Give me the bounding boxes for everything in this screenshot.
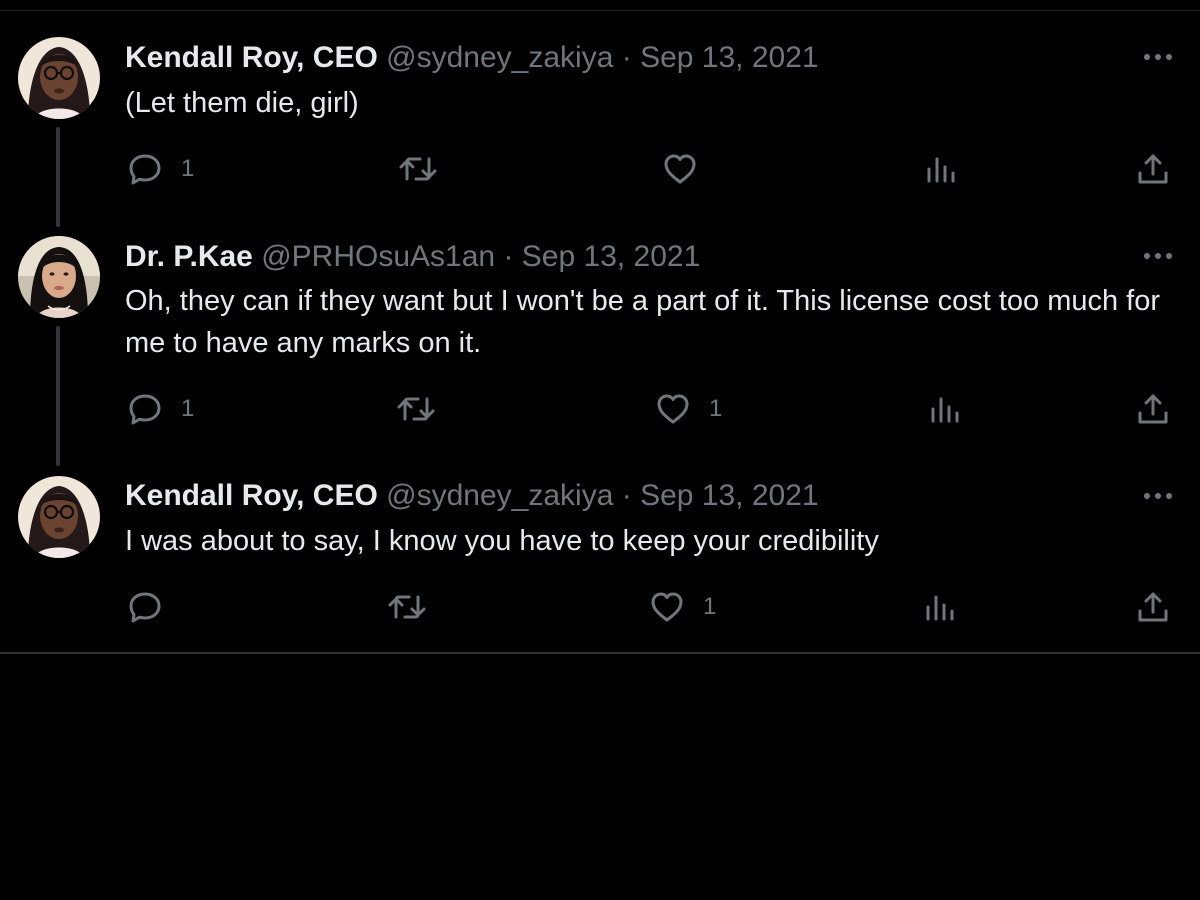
views-button[interactable] <box>927 387 963 431</box>
retweet-icon <box>397 397 435 421</box>
more-icon[interactable] <box>1140 484 1176 508</box>
like-icon <box>651 592 683 622</box>
tweet-text: I was about to say, I know you have to k… <box>125 525 879 557</box>
reply-button[interactable]: 1 <box>127 387 194 431</box>
reply-icon <box>129 394 161 425</box>
views-button[interactable] <box>922 585 958 629</box>
reply-count: 1 <box>181 155 195 182</box>
reply-icon <box>129 154 161 185</box>
reply-count: 1 <box>181 395 195 422</box>
reply-icon <box>129 592 161 623</box>
reply-button[interactable]: 1 <box>127 147 194 191</box>
like-icon <box>664 154 696 184</box>
share-button[interactable] <box>1135 585 1171 629</box>
like-count: 1 <box>703 593 717 620</box>
retweet-icon <box>388 595 426 619</box>
display-name[interactable]: Kendall Roy, CEO <box>125 41 378 74</box>
views-icon <box>927 157 955 183</box>
separator: · <box>503 240 514 273</box>
tweet-actions: 1 <box>0 147 1200 191</box>
top-divider <box>0 10 1200 11</box>
views-icon <box>931 397 959 423</box>
bottom-divider <box>0 652 1200 654</box>
separator: · <box>621 41 632 74</box>
tweet-actions: 1 1 <box>0 387 1200 431</box>
share-icon <box>1138 154 1168 184</box>
like-count: 1 <box>709 395 723 422</box>
tweet-header: Kendall Roy, CEO @sydney_zakiya · Sep 13… <box>125 38 819 78</box>
display-name[interactable]: Kendall Roy, CEO <box>125 479 378 512</box>
share-button[interactable] <box>1135 387 1171 431</box>
tweet-actions: 1 <box>0 585 1200 629</box>
retweet-button[interactable] <box>398 147 456 191</box>
user-handle[interactable]: @sydney_zakiya <box>386 41 613 74</box>
views-icon <box>926 595 954 621</box>
retweet-button[interactable] <box>396 387 454 431</box>
like-button[interactable] <box>662 147 716 191</box>
timestamp[interactable]: Sep 13, 2021 <box>640 479 819 512</box>
more-icon[interactable] <box>1140 244 1176 268</box>
retweet-button[interactable] <box>387 585 445 629</box>
reply-button[interactable] <box>127 585 181 629</box>
more-icon[interactable] <box>1140 45 1176 69</box>
retweet-icon <box>399 157 437 181</box>
like-icon <box>657 394 689 424</box>
timestamp[interactable]: Sep 13, 2021 <box>522 240 701 273</box>
user-handle[interactable]: @PRHOsuAs1an <box>261 240 495 273</box>
avatar[interactable] <box>18 476 100 558</box>
tweet-header: Dr. P.Kae @PRHOsuAs1an · Sep 13, 2021 <box>125 237 700 277</box>
share-icon <box>1138 394 1168 424</box>
display-name[interactable]: Dr. P.Kae <box>125 240 253 273</box>
tweet-header: Kendall Roy, CEO @sydney_zakiya · Sep 13… <box>125 476 819 516</box>
timestamp[interactable]: Sep 13, 2021 <box>640 41 819 74</box>
avatar[interactable] <box>18 37 100 119</box>
tweet-text: (Let them die, girl) <box>125 87 359 119</box>
avatar[interactable] <box>18 236 100 318</box>
like-button[interactable]: 1 <box>655 387 722 431</box>
like-button[interactable]: 1 <box>649 585 716 629</box>
user-handle[interactable]: @sydney_zakiya <box>386 479 613 512</box>
tweet-text: Oh, they can if they want but I won't be… <box>125 285 1161 359</box>
views-button[interactable] <box>923 147 959 191</box>
share-button[interactable] <box>1135 147 1171 191</box>
separator: · <box>621 479 632 512</box>
share-icon <box>1138 592 1168 622</box>
